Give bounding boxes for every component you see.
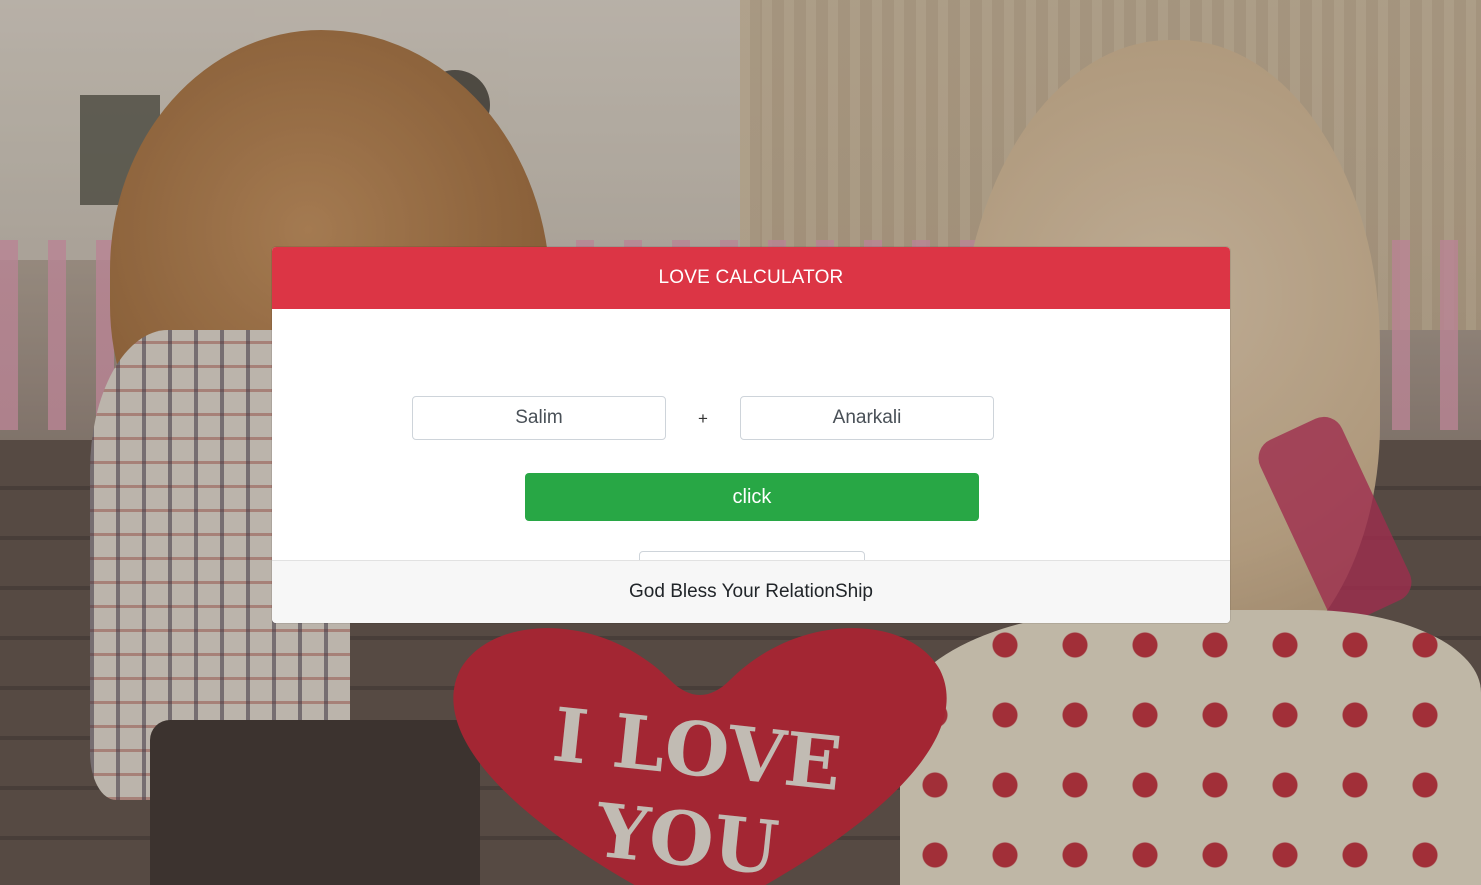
second-name-input[interactable] — [740, 396, 994, 440]
card-header: LOVE CALCULATOR — [272, 247, 1230, 309]
card-footer: God Bless Your RelationShip — [272, 560, 1230, 623]
plus-sign: + — [698, 409, 708, 428]
footer-message: God Bless Your RelationShip — [629, 581, 873, 602]
first-name-input[interactable] — [412, 396, 666, 440]
calculate-button[interactable]: click — [525, 473, 979, 521]
card-body: + click — [272, 309, 1230, 597]
love-calculator-card: LOVE CALCULATOR + click God Bless Your R… — [272, 247, 1230, 623]
page-title: LOVE CALCULATOR — [658, 267, 844, 288]
